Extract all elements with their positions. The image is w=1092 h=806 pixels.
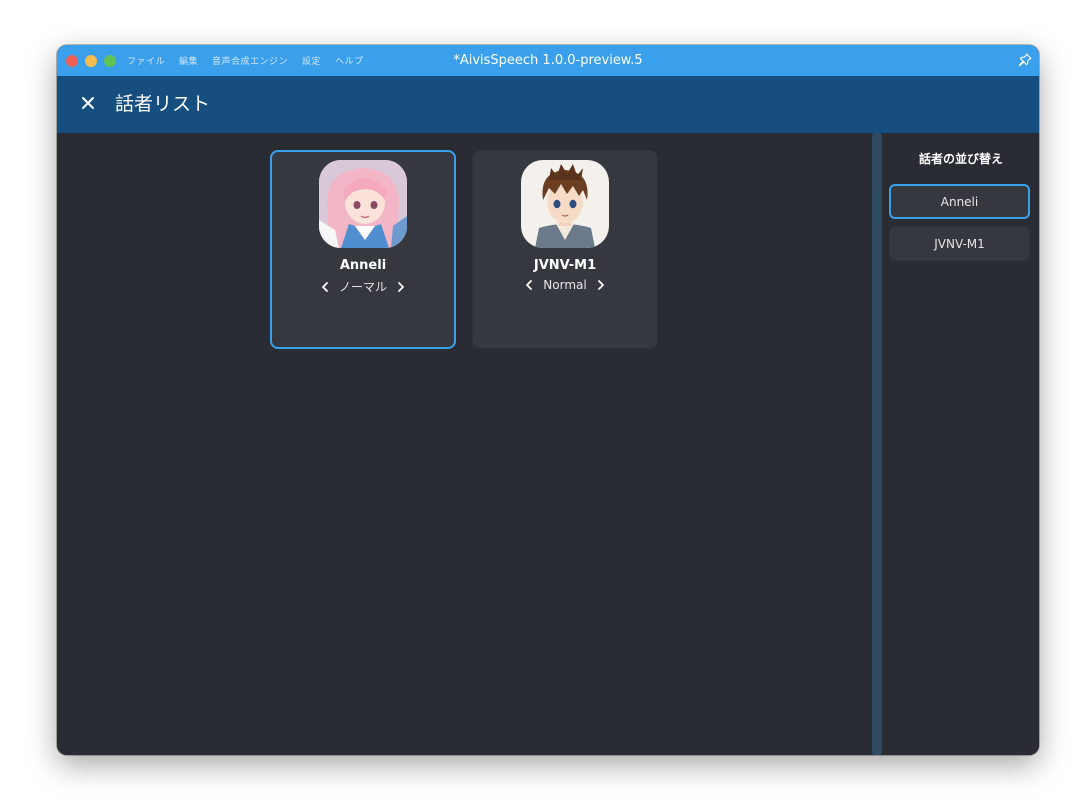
page-title: 話者リスト [115,93,211,115]
style-name: Normal [543,278,587,292]
sort-item-jvnv-m1[interactable]: JVNV-M1 [889,226,1030,261]
window-controls [66,55,116,67]
chevron-right-icon[interactable] [395,280,407,294]
speaker-card-anneli[interactable]: Anneli ノーマル [270,150,456,349]
title-bar[interactable]: ファイル 編集 音声合成エンジン 設定 ヘルプ *AivisSpeech 1.0… [57,45,1039,76]
style-name: ノーマル [338,280,387,294]
menu-file[interactable]: ファイル [127,54,165,67]
sort-sidebar: 話者の並び替え Anneli JVNV-M1 [883,133,1039,755]
speaker-avatar-jvnv-m1 [521,160,609,248]
main-content: Anneli ノーマル JVNV-M1 Normal 話者の並び替え Annel… [57,133,1039,755]
close-window-button[interactable] [66,55,78,67]
speaker-card-jvnv-m1[interactable]: JVNV-M1 Normal [472,150,658,349]
maximize-window-button[interactable] [104,55,116,67]
style-selector: ノーマル [272,278,454,295]
menu-engine[interactable]: 音声合成エンジン [212,54,288,67]
chevron-left-icon[interactable] [319,280,331,294]
sidebar-title: 話者の並び替え [918,152,1003,166]
app-window: ファイル 編集 音声合成エンジン 設定 ヘルプ *AivisSpeech 1.0… [57,45,1039,755]
minimize-window-button[interactable] [85,55,97,67]
menu-settings[interactable]: 設定 [302,54,321,67]
speaker-name: JVNV-M1 [533,258,597,273]
pin-icon[interactable] [1017,52,1033,68]
sort-item-anneli[interactable]: Anneli [889,184,1030,219]
menu-bar: ファイル 編集 音声合成エンジン 設定 ヘルプ [127,45,364,76]
close-icon[interactable] [78,93,98,113]
scrollbar[interactable] [872,133,882,755]
page-header: 話者リスト [57,76,1039,133]
speaker-avatar-anneli [319,160,407,248]
chevron-right-icon[interactable] [595,278,607,292]
speaker-name: Anneli [339,258,387,273]
menu-edit[interactable]: 編集 [179,54,198,67]
menu-help[interactable]: ヘルプ [335,54,364,67]
chevron-left-icon[interactable] [523,278,535,292]
style-selector: Normal [473,278,657,292]
